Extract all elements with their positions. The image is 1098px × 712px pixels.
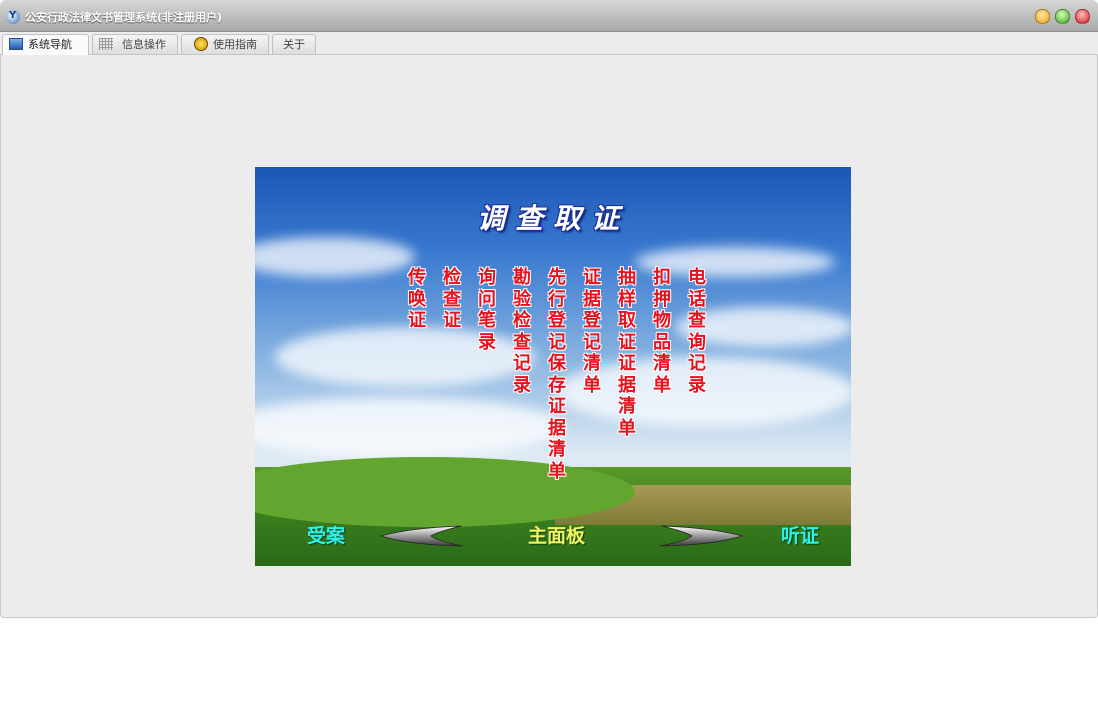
cloud (255, 237, 415, 277)
tab-about[interactable]: 关于 (272, 34, 316, 54)
main-panel-link[interactable]: 主面板 (528, 521, 585, 548)
help-icon (194, 37, 208, 51)
doc-sampling-evidence-list[interactable]: 抽样取证证据清单 (616, 267, 638, 439)
app-logo-icon: Y (6, 10, 20, 24)
maximize-button[interactable] (1055, 9, 1070, 24)
next-stage-link[interactable]: 听证 (781, 521, 819, 548)
tab-label: 关于 (283, 38, 305, 51)
doc-phone-inquiry-record[interactable]: 电话查询记录 (686, 267, 708, 396)
doc-seized-items-list[interactable]: 扣押物品清单 (651, 267, 673, 396)
tab-bar: 系统导航 信息操作 使用指南 关于 (0, 32, 1098, 55)
minimize-button[interactable] (1035, 9, 1050, 24)
doc-inquiry-record[interactable]: 询问笔录 (476, 267, 498, 353)
monitor-icon (9, 38, 23, 50)
title-bar[interactable]: Y 公安行政法律文书管理系统(非注册用户) (0, 0, 1098, 32)
tab-info-operations[interactable]: 信息操作 (92, 34, 178, 54)
investigation-panel: 调查取证 传唤证 检查证 询问笔录 勘验检查记录 先行登记保存证据清单 证据登记… (255, 167, 851, 566)
tab-user-guide[interactable]: 使用指南 (181, 34, 269, 54)
panel-title: 调查取证 (476, 202, 629, 235)
tab-system-navigation[interactable]: 系统导航 (2, 34, 89, 55)
doc-evidence-registration-list[interactable]: 证据登记清单 (581, 267, 603, 396)
tab-label: 信息操作 (122, 38, 166, 51)
window-title: 公安行政法律文书管理系统(非注册用户) (25, 11, 223, 24)
tab-label: 系统导航 (28, 38, 72, 51)
tab-label: 使用指南 (213, 38, 257, 51)
cloud (255, 397, 565, 457)
prev-arrow-icon[interactable] (379, 524, 465, 548)
doc-summons-card[interactable]: 传唤证 (406, 267, 428, 332)
grid-icon (99, 38, 113, 50)
doc-survey-inspection-record[interactable]: 勘验检查记录 (511, 267, 533, 396)
next-arrow-icon[interactable] (658, 524, 744, 548)
doc-evidence-preservation-list[interactable]: 先行登记保存证据清单 (546, 267, 568, 482)
doc-inspection-certificate[interactable]: 检查证 (441, 267, 463, 332)
app-window: Y 公安行政法律文书管理系统(非注册用户) 系统导航 信息操作 使用指南 关于 (0, 0, 1098, 618)
prev-stage-link[interactable]: 受案 (307, 521, 345, 548)
close-button[interactable] (1075, 9, 1090, 24)
